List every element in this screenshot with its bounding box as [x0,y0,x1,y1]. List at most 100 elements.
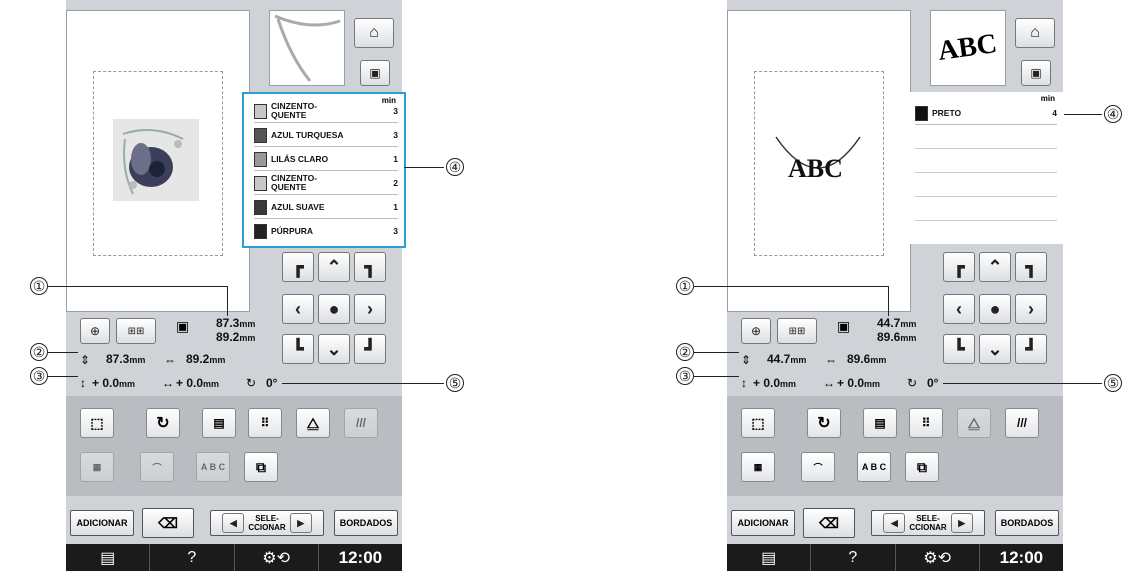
move-down-button[interactable]: ⌄ [979,334,1011,364]
callout-line [48,376,78,377]
move-up-button[interactable]: ⌃ [979,252,1011,282]
move-down-left-button[interactable]: ┗ [282,334,314,364]
thread-row[interactable]: CINZENTO- QUENTE 3 [254,100,398,123]
document-button[interactable]: ▤ [66,544,151,571]
move-up-button[interactable]: ⌃ [318,252,350,282]
move-up-left-button[interactable]: ┏ [282,252,314,282]
spool-icon [254,127,267,143]
select-prev-button[interactable]: ◀ [883,513,906,533]
resize-button[interactable]: ⬚ [741,408,775,438]
settings-button[interactable]: ⚙⟲ [235,544,319,571]
offset-horizontal: 0.0 [847,376,865,390]
center-dot-icon: ● [989,298,1001,319]
border-button[interactable]: ⧉ [905,452,939,482]
size-icon: ▣ [176,318,190,334]
home-button[interactable]: ⌂ [354,18,394,48]
array-button[interactable]: ⠿ [248,408,282,438]
embroidery-frame-button[interactable]: ▣ [1021,60,1051,86]
arc-text-button[interactable]: ⌒ [801,452,835,482]
rotate-button[interactable]: ↻ [807,408,841,438]
thread-color-button[interactable]: ▤ [863,408,897,438]
density-icon: /// [355,416,366,430]
thread-minutes: 2 [393,178,398,188]
document-button[interactable]: ▤ [727,544,812,571]
unit: mm [209,355,226,365]
thread-row[interactable]: LILÁS CLARO 1 [254,148,398,171]
thread-color-button[interactable]: ▤ [202,408,236,438]
thumbnail-text: ABC [936,28,1000,67]
triangle-left-icon: ◀ [229,517,237,528]
mirror-button[interactable]: ⧋ [296,408,330,438]
move-down-right-button[interactable]: ┛ [354,334,386,364]
divider [915,196,1057,197]
adicionar-button[interactable]: ADICIONAR [70,510,134,536]
spacing-button[interactable]: A B C [196,452,230,482]
help-button[interactable]: ? [811,544,896,571]
settings-icon: ⚙⟲ [262,549,290,567]
zoom-button[interactable]: ⊕ [741,318,771,344]
move-up-left-button[interactable]: ┏ [943,252,975,282]
resize-button[interactable]: ⬚ [80,408,114,438]
unit: mm [203,379,220,389]
move-down-button[interactable]: ⌄ [318,334,350,364]
thread-row[interactable]: CINZENTO- QUENTE 2 [254,172,398,195]
center-button[interactable]: ● [979,294,1011,324]
density-button[interactable]: /// [1005,408,1039,438]
bordados-button[interactable]: BORDADOS [334,510,398,536]
thread-row[interactable]: AZUL SUAVE 1 [254,196,398,219]
callout-5: ⑤ [1104,374,1122,392]
border-icon: ⧉ [256,458,266,475]
height-icon: ⇕ [741,353,752,367]
delete-button[interactable]: ⌫ [803,508,855,538]
layout-button[interactable]: ⊞⊞ [116,318,156,344]
zoom-button[interactable]: ⊕ [80,318,110,344]
delete-button[interactable]: ⌫ [142,508,194,538]
rotate-button[interactable]: ↻ [146,408,180,438]
thread-row[interactable]: PÚRPURA 3 [254,220,398,242]
multi-color-button[interactable]: ▦ [80,452,114,482]
size-height: 44.7 [877,316,901,330]
callout-line [943,383,1102,384]
embroidery-frame-button[interactable]: ▣ [360,60,390,86]
spool-icon [254,175,267,191]
home-button[interactable]: ⌂ [1015,18,1055,48]
callout-1: ① [30,277,48,295]
move-up-right-button[interactable]: ┓ [354,252,386,282]
move-down-right-button[interactable]: ┛ [1015,334,1047,364]
multi-color-button[interactable]: ▦ [741,452,775,482]
layout-button[interactable]: ⊞⊞ [777,318,817,344]
move-down-left-button[interactable]: ┗ [943,334,975,364]
move-right-button[interactable]: › [354,294,386,324]
thread-minutes: 3 [393,226,398,236]
select-next-button[interactable]: ▶ [289,513,312,533]
dim-width: 89.2 [186,352,210,366]
arc-text-button[interactable]: ⌒ [140,452,174,482]
help-button[interactable]: ? [150,544,235,571]
thread-row[interactable]: PRETO 4 [915,102,1057,125]
adicionar-button[interactable]: ADICIONAR [731,510,795,536]
callout-1: ① [676,277,694,295]
dim-height: 87.3 [106,352,130,366]
offset-vertical-readout: + 0.0mm [753,376,796,390]
array-button[interactable]: ⠿ [909,408,943,438]
chevron-up-icon: ⌃ [326,256,342,277]
move-left-button[interactable]: ‹ [282,294,314,324]
select-next-button[interactable]: ▶ [950,513,973,533]
border-button[interactable]: ⧉ [244,452,278,482]
design-preview [113,119,199,201]
density-button[interactable]: /// [344,408,378,438]
move-up-right-button[interactable]: ┓ [1015,252,1047,282]
center-button[interactable]: ● [318,294,350,324]
move-left-button[interactable]: ‹ [943,294,975,324]
chevron-up-icon: ⌃ [987,256,1003,277]
callout-2: ② [30,343,48,361]
spacing-button[interactable]: A B C [857,452,891,482]
move-right-button[interactable]: › [1015,294,1047,324]
settings-button[interactable]: ⚙⟲ [896,544,980,571]
bordados-button[interactable]: BORDADOS [995,510,1059,536]
thread-row[interactable]: AZUL TURQUESA 3 [254,124,398,147]
mirror-button[interactable]: ⧋ [957,408,991,438]
thread-list: min PRETO 4 [905,92,1063,244]
home-icon: ⌂ [1030,24,1040,41]
select-prev-button[interactable]: ◀ [222,513,245,533]
